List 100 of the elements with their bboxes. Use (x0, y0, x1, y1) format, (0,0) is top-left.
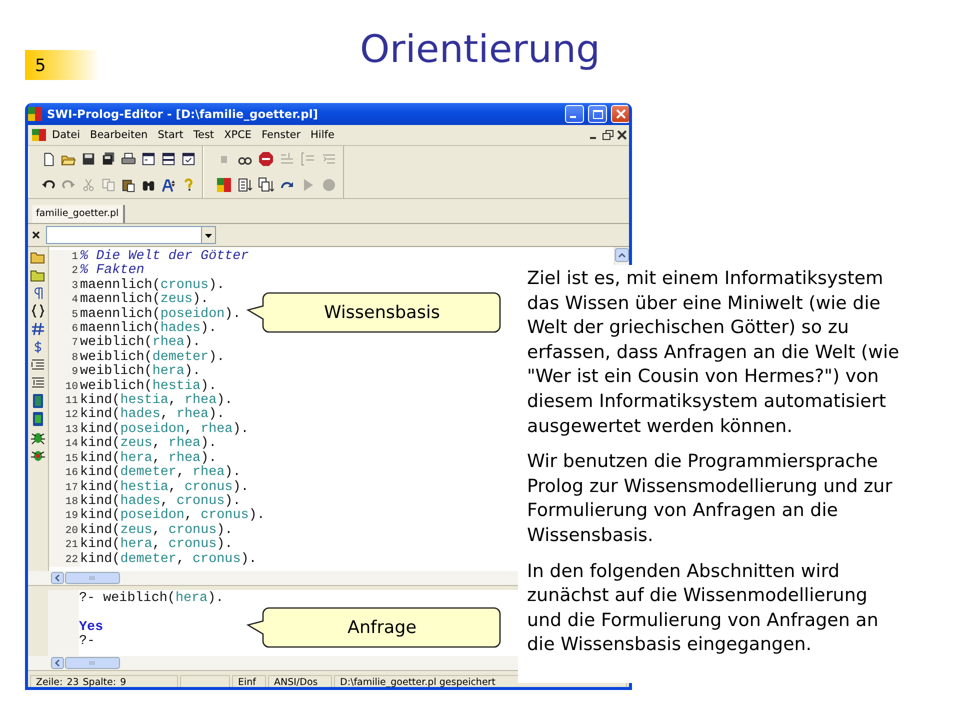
document-icon[interactable] (31, 128, 47, 142)
line-number: 11 (49, 394, 80, 408)
paragraph: In den folgenden Abschnitten wird zunächst auf die Wissenmodellierung und die Formulierung von Anfragen an die Wissensbasis eingegangen. (527, 560, 880, 658)
console-line: ?- weiblich(hera). (79, 592, 224, 606)
book-icon[interactable] (30, 411, 46, 427)
printer-icon[interactable] (121, 151, 136, 167)
paragraph: Wir benutzen die Programmiersprache Prolog zur Wissensmodellierung und zur Formulierung von Anfragen an die Wissensbasis. (527, 450, 894, 548)
status-encoding: ANSI/Dos (268, 675, 332, 687)
code-line: kind(hestia, rhea). (80, 394, 233, 408)
callout-label: Anfrage (347, 618, 417, 638)
window-title: SWI-Prolog-Editor - [D:\familie_goetter.pl] (47, 107, 320, 121)
line-number: 12 (49, 408, 80, 423)
menu-item[interactable]: XPCE (219, 129, 257, 141)
documents-arrow-icon[interactable] (258, 177, 274, 193)
split-window-icon[interactable] (161, 151, 176, 167)
braces-icon[interactable] (30, 303, 46, 319)
scroll-up-icon[interactable] (615, 248, 629, 262)
floppy-disks-icon[interactable] (101, 151, 116, 167)
side-strip (28, 590, 48, 656)
line-number: 22 (49, 552, 80, 567)
status-value: 9 (120, 677, 126, 687)
code-line: weiblich(demeter). (80, 350, 225, 365)
maximize-button[interactable] (588, 105, 607, 123)
status-label: Spalte: (82, 677, 116, 687)
file-tab[interactable]: familie_goetter.pl (32, 205, 125, 223)
document-arrow-icon[interactable] (237, 177, 253, 193)
status-value: 23 (66, 677, 79, 687)
callout-label: Wissensbasis (324, 303, 440, 323)
console-line: Yes (79, 620, 104, 635)
line-number: 14 (49, 437, 80, 452)
status-mode: Einf (232, 675, 266, 687)
code-line: % Die Welt der Götter (80, 250, 249, 264)
line-number: 2 (49, 264, 80, 279)
menu-item[interactable]: Bearbeiten (85, 129, 153, 141)
code-line: kind(hades, rhea). (80, 408, 225, 422)
line-number: 17 (49, 480, 80, 495)
code-line: maennlich(poseidon). (80, 308, 241, 322)
horizontal-scrollbar[interactable] (51, 572, 121, 584)
menu-item[interactable]: Datei (47, 129, 86, 141)
close-icon[interactable] (615, 129, 629, 141)
line-number: 7 (49, 336, 80, 351)
line-number: 10 (49, 380, 80, 394)
code-line: kind(poseidon, rhea). (80, 422, 249, 437)
code-line: weiblich(rhea). (80, 336, 201, 350)
code-line: kind(hera, cronus). (80, 538, 233, 552)
line-number: 20 (49, 524, 80, 538)
app-icon (28, 106, 43, 122)
line-number: 19 (49, 509, 80, 524)
code-line: % Fakten (80, 264, 144, 278)
line-number: 18 (49, 494, 80, 510)
checklist-icon[interactable] (181, 151, 196, 167)
window-icon[interactable] (141, 151, 156, 167)
menu-item[interactable]: Start (152, 129, 188, 141)
code-line: maennlich(hades). (80, 322, 217, 336)
hash-icon[interactable] (30, 321, 46, 337)
close-button[interactable] (611, 105, 629, 123)
clipboard-icon[interactable] (121, 177, 136, 193)
line-number: 1 (49, 250, 80, 264)
slide-title: Orientierung (360, 27, 600, 71)
line-number: 21 (49, 538, 80, 553)
code-line: weiblich(hestia). (80, 380, 217, 394)
book-icon[interactable] (30, 393, 46, 409)
code-line: kind(hades, cronus). (80, 494, 241, 509)
horizontal-scrollbar[interactable] (51, 657, 121, 669)
dropdown-field[interactable] (46, 226, 216, 244)
code-line: kind(hera, rhea). (80, 452, 217, 466)
stop-sign-icon[interactable] (258, 151, 274, 167)
console-line: ?- (79, 635, 96, 650)
line-number: 13 (49, 422, 80, 438)
line-number: 8 (49, 350, 80, 366)
menu-item[interactable]: Test (188, 129, 220, 141)
restore-icon[interactable] (601, 129, 615, 141)
close-icon[interactable] (30, 229, 42, 241)
slide-number: 5 (25, 50, 100, 80)
code-line: kind(demeter, rhea). (80, 466, 241, 480)
logo-icon[interactable] (216, 177, 232, 193)
code-line: kind(zeus, cronus). (80, 524, 233, 538)
line-number: 16 (49, 466, 80, 480)
code-line: kind(hestia, cronus). (80, 480, 249, 494)
minimize-button[interactable] (565, 105, 584, 123)
line-number: 6 (49, 322, 80, 336)
line-number: 9 (49, 365, 80, 380)
line-number: 4 (49, 293, 80, 308)
code-line: kind(demeter, cronus). (80, 552, 257, 567)
minimize-icon (570, 116, 576, 118)
maximize-icon (592, 110, 602, 118)
code-line: kind(poseidon, cronus). (80, 509, 265, 524)
code-line: maennlich(zeus). (80, 293, 209, 308)
line-number: 15 (49, 452, 80, 466)
close-icon (616, 109, 626, 119)
line-number: 3 (49, 278, 80, 294)
menu-item[interactable]: Fenster (256, 129, 306, 141)
code-line: kind(zeus, rhea). (80, 437, 217, 452)
line-number: 5 (49, 308, 80, 322)
code-line: weiblich(hera). (80, 365, 201, 380)
menu-item[interactable]: Hilfe (306, 129, 340, 141)
code-line: maennlich(cronus). (80, 278, 225, 293)
paragraph: Ziel ist es, mit einem Informatiksystem das Wissen über eine Miniwelt (wie die Welt der griechischen Götter) so zu erfassen, dass Anfragen an die Welt (wie "Wer ist ein Cousin von Hermes?") von diesem Informatiksystem automatisiert ausgewertet werden können. (527, 267, 900, 439)
status-cell (180, 675, 230, 687)
font-size-icon[interactable] (161, 177, 176, 193)
